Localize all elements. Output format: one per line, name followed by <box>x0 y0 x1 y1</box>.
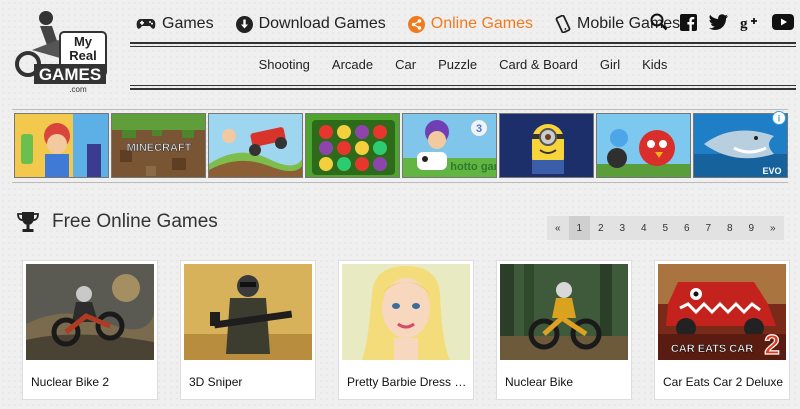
featured-game-farm-cow[interactable]: 3 hotto games <box>402 113 497 178</box>
minecraft-logo-text: MINECRAFT <box>127 142 192 154</box>
level-number: 3 <box>476 123 482 135</box>
nav-download-games[interactable]: Download Games <box>235 15 386 33</box>
pagination-page-3[interactable]: 3 <box>612 216 634 240</box>
pagination-page-6[interactable]: 6 <box>676 216 698 240</box>
featured-game-minions[interactable] <box>499 113 594 178</box>
pagination-page-2[interactable]: 2 <box>590 216 612 240</box>
trophy-icon <box>17 212 39 232</box>
pagination-prev[interactable]: « <box>547 216 569 240</box>
site-logo[interactable]: My Real GAMES .com <box>12 4 108 96</box>
nav-online-label: Online Games <box>430 15 534 32</box>
svg-text:i: i <box>778 114 781 124</box>
pagination-page-7[interactable]: 7 <box>698 216 720 240</box>
featured-games-strip: MINECRAFT 3 hotto ga EVO i <box>12 109 788 183</box>
game-card[interactable]: Nuclear Bike 2 <box>22 260 158 400</box>
category-puzzle[interactable]: Puzzle <box>438 57 477 72</box>
featured-game-angry-birds[interactable] <box>596 113 691 178</box>
category-car[interactable]: Car <box>395 57 416 72</box>
subnav-divider-thin <box>130 85 796 86</box>
game-thumbnail[interactable] <box>342 264 470 360</box>
featured-game-subway-surfers[interactable] <box>14 113 109 178</box>
game-title[interactable]: Nuclear Bike 2 <box>31 375 153 389</box>
svg-text:GAMES: GAMES <box>39 65 101 84</box>
evo-label: EVO <box>762 166 781 176</box>
game-thumbnail[interactable]: CAR EATS CAR 2 <box>658 264 786 360</box>
nav-online-games[interactable]: Online Games <box>407 15 534 33</box>
game-title[interactable]: Nuclear Bike <box>505 375 627 389</box>
car-eats-car-number: 2 <box>764 329 780 360</box>
share-icon <box>407 15 425 33</box>
strip-watermark: hotto games <box>450 161 497 173</box>
car-eats-car-logo: CAR EATS CAR <box>671 343 753 355</box>
featured-game-hill-climb[interactable] <box>208 113 303 178</box>
svg-text:Real: Real <box>69 48 96 63</box>
nav-divider-top-thin <box>130 46 796 47</box>
mobile-phone-icon <box>555 15 571 33</box>
pagination: « 1 2 3 4 5 6 7 8 9 » <box>547 216 784 240</box>
youtube-icon[interactable] <box>772 14 794 30</box>
nav-games-label: Games <box>162 15 214 32</box>
pagination-page-8[interactable]: 8 <box>719 216 741 240</box>
pagination-page-5[interactable]: 5 <box>655 216 677 240</box>
section-title: Free Online Games <box>52 211 218 232</box>
nav-games[interactable]: Games <box>136 15 214 33</box>
category-card-board[interactable]: Card & Board <box>499 57 578 72</box>
category-shooting[interactable]: Shooting <box>259 57 310 72</box>
subnav-divider <box>130 88 796 90</box>
pagination-page-9[interactable]: 9 <box>741 216 763 240</box>
pagination-page-1[interactable]: 1 <box>568 216 590 240</box>
search-icon[interactable] <box>650 13 668 31</box>
category-girl[interactable]: Girl <box>600 57 620 72</box>
game-thumbnail[interactable] <box>184 264 312 360</box>
ad-choices-icon[interactable]: i <box>772 111 786 125</box>
game-card[interactable]: 3D Sniper <box>180 260 316 400</box>
category-kids[interactable]: Kids <box>642 57 667 72</box>
game-card[interactable]: Nuclear Bike <box>496 260 632 400</box>
google-plus-icon[interactable]: g <box>740 14 760 31</box>
pagination-next[interactable]: » <box>762 216 784 240</box>
game-card[interactable]: Pretty Barbie Dress Up <box>338 260 474 400</box>
nav-divider-top <box>130 42 796 44</box>
download-icon <box>235 15 253 33</box>
svg-text:.com: .com <box>69 85 87 94</box>
game-thumbnail[interactable] <box>500 264 628 360</box>
game-title[interactable]: 3D Sniper <box>189 375 311 389</box>
gamepad-icon <box>136 19 156 29</box>
game-title[interactable]: Pretty Barbie Dress Up <box>347 375 469 389</box>
nav-download-label: Download Games <box>258 15 386 32</box>
social-links: g <box>650 13 800 31</box>
featured-game-minecraft[interactable]: MINECRAFT <box>111 113 206 178</box>
category-nav: Shooting Arcade Car Puzzle Card & Board … <box>130 57 796 72</box>
game-thumbnail[interactable] <box>26 264 154 360</box>
facebook-icon[interactable] <box>680 13 697 31</box>
svg-text:My: My <box>74 34 93 49</box>
game-grid: Nuclear Bike 2 3D Sniper Pretty Barbie D… <box>22 260 790 400</box>
game-card[interactable]: CAR EATS CAR 2 Car Eats Car 2 Deluxe <box>654 260 790 400</box>
section-header: Free Online Games <box>16 210 218 234</box>
category-arcade[interactable]: Arcade <box>332 57 373 72</box>
twitter-icon[interactable] <box>709 14 728 30</box>
svg-text:g: g <box>740 16 748 31</box>
pagination-page-4[interactable]: 4 <box>633 216 655 240</box>
game-title[interactable]: Car Eats Car 2 Deluxe <box>663 375 785 389</box>
main-nav: Games Download Games Online Games Mobile… <box>136 12 702 36</box>
featured-game-fruit-match[interactable] <box>305 113 400 178</box>
